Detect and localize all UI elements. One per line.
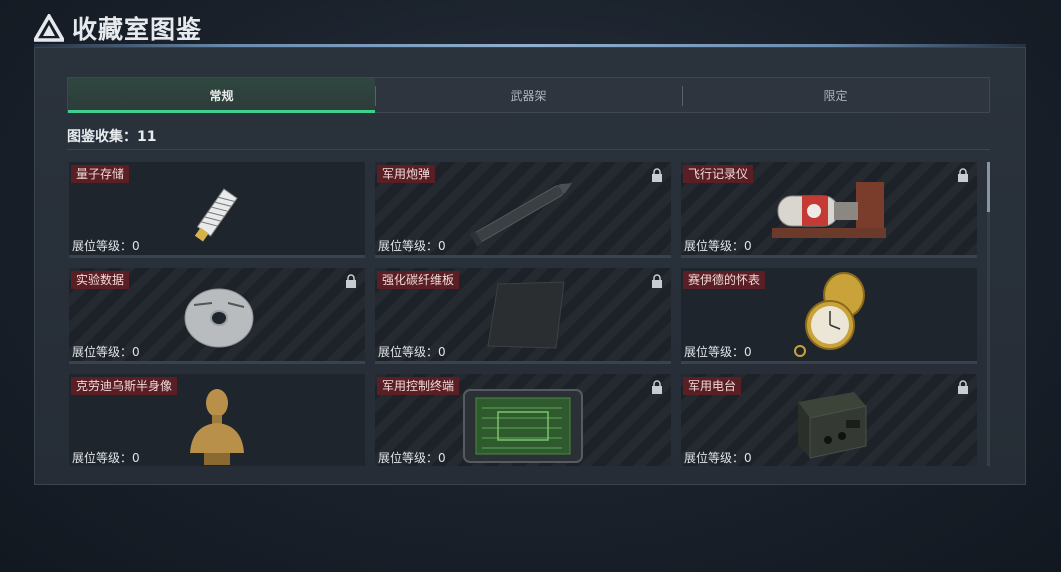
booth-level: 展位等级：0	[72, 345, 140, 359]
lock-icon	[652, 380, 662, 394]
carbon-plate-icon	[487, 281, 565, 349]
item-name: 克劳迪乌斯半身像	[71, 377, 178, 395]
booth-level: 展位等级：0	[378, 451, 446, 465]
collection-count: 图鉴收集：11	[67, 129, 157, 145]
item-card-experiment-data[interactable]: 实验数据 展位等级：0	[69, 268, 365, 364]
collection-panel: 常规 武器架 限定 图鉴收集：11 量子存储 展位等级：0 军用炮弹 展位等级：…	[34, 47, 1026, 485]
top-bar: 收藏室图鉴	[0, 0, 1061, 50]
control-terminal-icon	[463, 388, 583, 463]
lock-icon	[958, 168, 968, 182]
scrollbar-thumb[interactable]	[987, 162, 990, 212]
tab-bar: 常规 武器架 限定	[67, 77, 990, 113]
item-card-flight-recorder[interactable]: 飞行记录仪 展位等级：0	[681, 162, 977, 258]
pocket-watch-icon	[794, 272, 865, 357]
card-bottom-bar	[375, 255, 671, 258]
item-name: 量子存储	[71, 165, 130, 183]
card-bottom-bar	[69, 255, 365, 258]
item-card-military-radio[interactable]: 军用电台 展位等级：0	[681, 374, 977, 466]
item-card-control-terminal[interactable]: 军用控制终端 展位等级：0	[375, 374, 671, 466]
item-name: 实验数据	[71, 271, 130, 289]
title-wrap: 收藏室图鉴	[34, 10, 202, 46]
item-card-quantum-storage[interactable]: 量子存储 展位等级：0	[69, 162, 365, 258]
item-name: 强化碳纤维板	[377, 271, 460, 289]
booth-level: 展位等级：0	[378, 239, 446, 253]
item-card-carbon-fiber-plate[interactable]: 强化碳纤维板 展位等级：0	[375, 268, 671, 364]
lock-icon	[346, 274, 356, 288]
page-title: 收藏室图鉴	[72, 15, 203, 44]
lock-icon	[958, 380, 968, 394]
tab-weapon-rack[interactable]: 武器架	[375, 78, 682, 112]
booth-level: 展位等级：0	[684, 451, 752, 465]
item-name: 军用控制终端	[377, 377, 460, 395]
booth-level: 展位等级：0	[72, 239, 140, 253]
count-divider	[67, 149, 990, 150]
card-bottom-bar	[375, 361, 671, 364]
triangle-logo-icon	[34, 14, 64, 42]
grid-scrollbar[interactable]	[987, 162, 990, 466]
item-name: 军用炮弹	[377, 165, 436, 183]
card-bottom-bar	[681, 361, 977, 364]
artillery-shell-icon	[469, 182, 573, 247]
usb-drive-icon	[194, 188, 238, 242]
disc-icon	[184, 288, 254, 348]
card-bottom-bar	[69, 361, 365, 364]
tab-limited[interactable]: 限定	[682, 78, 989, 112]
booth-level: 展位等级：0	[72, 451, 140, 465]
booth-level: 展位等级：0	[684, 239, 752, 253]
lock-icon	[652, 168, 662, 182]
lock-icon	[652, 274, 662, 288]
item-card-claudius-bust[interactable]: 克劳迪乌斯半身像 展位等级：0	[69, 374, 365, 466]
military-radio-icon	[798, 391, 867, 459]
item-name: 飞行记录仪	[683, 165, 754, 183]
bust-statue-icon	[190, 388, 244, 465]
item-name: 军用电台	[683, 377, 742, 395]
booth-level: 展位等级：0	[684, 345, 752, 359]
card-bottom-bar	[681, 255, 977, 258]
booth-level: 展位等级：0	[378, 345, 446, 359]
item-card-pocket-watch[interactable]: 赛伊德的怀表 展位等级：0	[681, 268, 977, 364]
flight-recorder-icon	[772, 182, 886, 238]
tab-general[interactable]: 常规	[68, 78, 375, 113]
item-grid: 量子存储 展位等级：0 军用炮弹 展位等级：0 飞行记录仪 展位等级：0 实验数…	[69, 162, 979, 466]
item-card-artillery-shell[interactable]: 军用炮弹 展位等级：0	[375, 162, 671, 258]
item-name: 赛伊德的怀表	[683, 271, 766, 289]
